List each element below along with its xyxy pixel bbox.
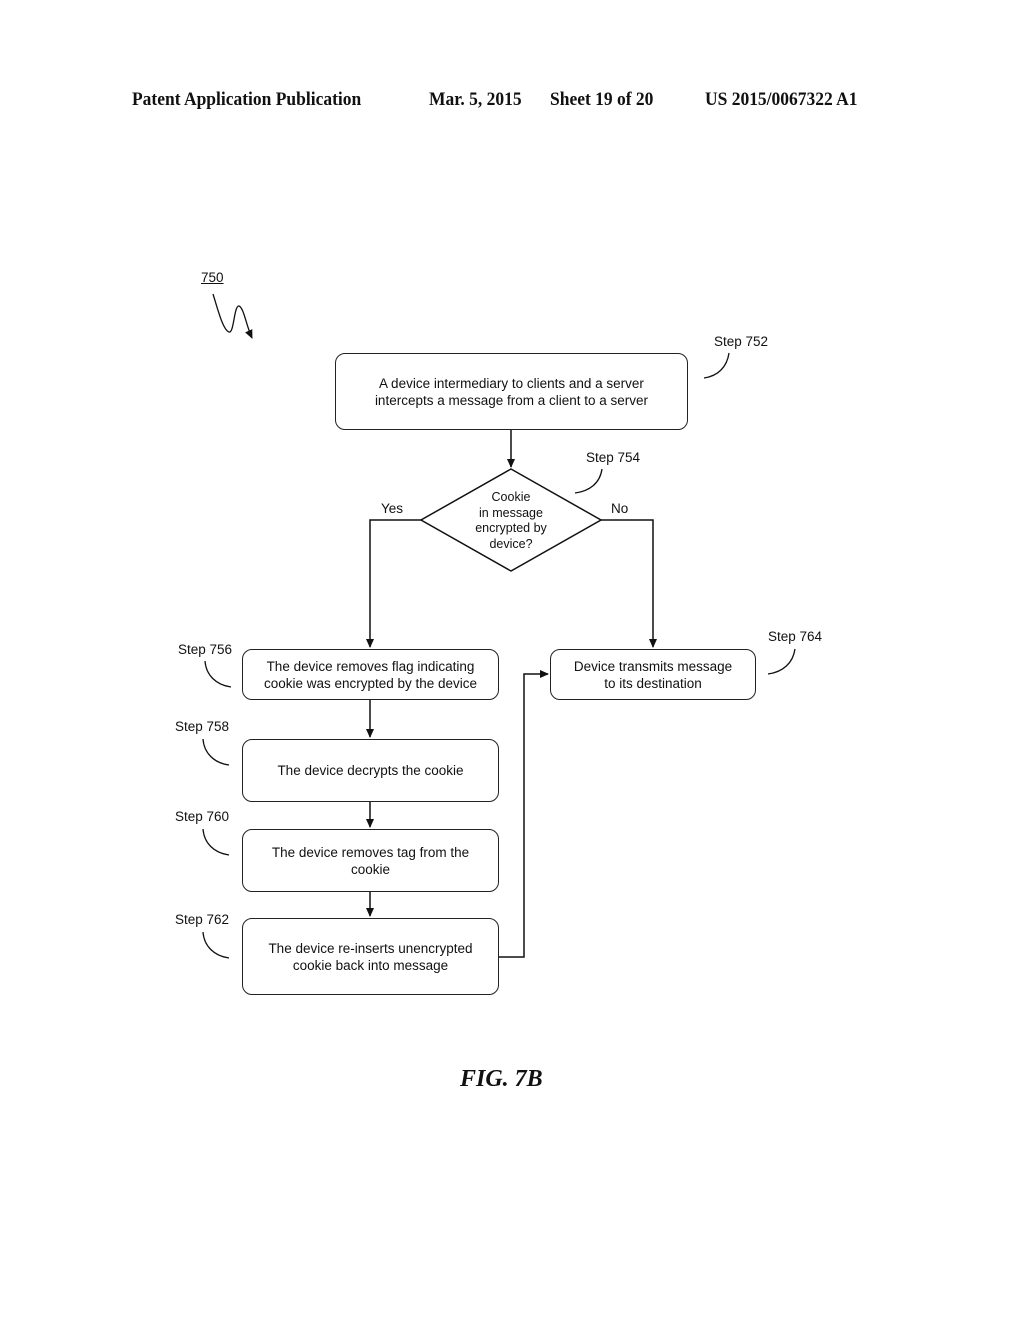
process-box-764: Device transmits message to its destinat… [550, 649, 756, 700]
leader-764 [767, 648, 796, 675]
step-label-756: Step 756 [178, 642, 233, 657]
edge-754-764-no [601, 519, 657, 648]
process-box-760: The device removes tag from the cookie [242, 829, 499, 892]
branch-label-yes: Yes [381, 501, 404, 516]
leader-762 [202, 931, 230, 959]
box-760-line-2: cookie [350, 861, 391, 877]
figure-caption: FIG. 7B [460, 1066, 543, 1092]
leader-752 [703, 352, 730, 379]
box-756-line-2: cookie was encrypted by the device [263, 675, 478, 691]
edge-754-756-yes [366, 519, 421, 648]
box-752-line-2: intercepts a message from a client to a … [374, 392, 649, 408]
step-label-764: Step 764 [768, 629, 823, 644]
step-label-762: Step 762 [175, 912, 230, 927]
box-764-line-1: Device transmits message [573, 658, 733, 674]
decision-line-2: in message [479, 505, 543, 520]
box-764-line-2: to its destination [604, 675, 702, 691]
process-box-758: The device decrypts the cookie [242, 739, 499, 802]
decision-line-1: Cookie [491, 490, 531, 504]
leader-760 [202, 828, 230, 856]
step-label-758: Step 758 [175, 719, 230, 734]
process-box-762: The device re-inserts unencrypted cookie… [242, 918, 499, 995]
box-760-line-1: The device removes tag from the [271, 844, 470, 860]
leader-756 [204, 660, 232, 688]
decision-text-754: Cookie in message encrypted by device? [451, 490, 571, 552]
decision-line-3: encrypted by [475, 521, 547, 535]
step-label-760: Step 760 [175, 809, 230, 824]
box-752-line-1: A device intermediary to clients and a s… [379, 375, 644, 391]
flowchart-connectors [202, 293, 796, 959]
box-756-line-1: The device removes flag indicating [266, 658, 475, 674]
reference-squiggle-arrow [212, 293, 253, 339]
branch-label-no: No [611, 501, 629, 516]
box-758-line-1: The device decrypts the cookie [277, 763, 464, 778]
leader-754 [574, 468, 603, 494]
box-762-line-1: The device re-inserts unencrypted [268, 940, 473, 956]
box-762-line-2: cookie back into message [292, 957, 449, 973]
edge-762-764 [498, 670, 549, 958]
process-box-756: The device removes flag indicating cooki… [242, 649, 499, 700]
leader-758 [202, 738, 230, 766]
step-label-752: Step 752 [714, 334, 769, 349]
decision-line-4: device? [489, 536, 533, 551]
step-label-754: Step 754 [586, 450, 641, 465]
process-box-752: A device intermediary to clients and a s… [335, 353, 688, 430]
